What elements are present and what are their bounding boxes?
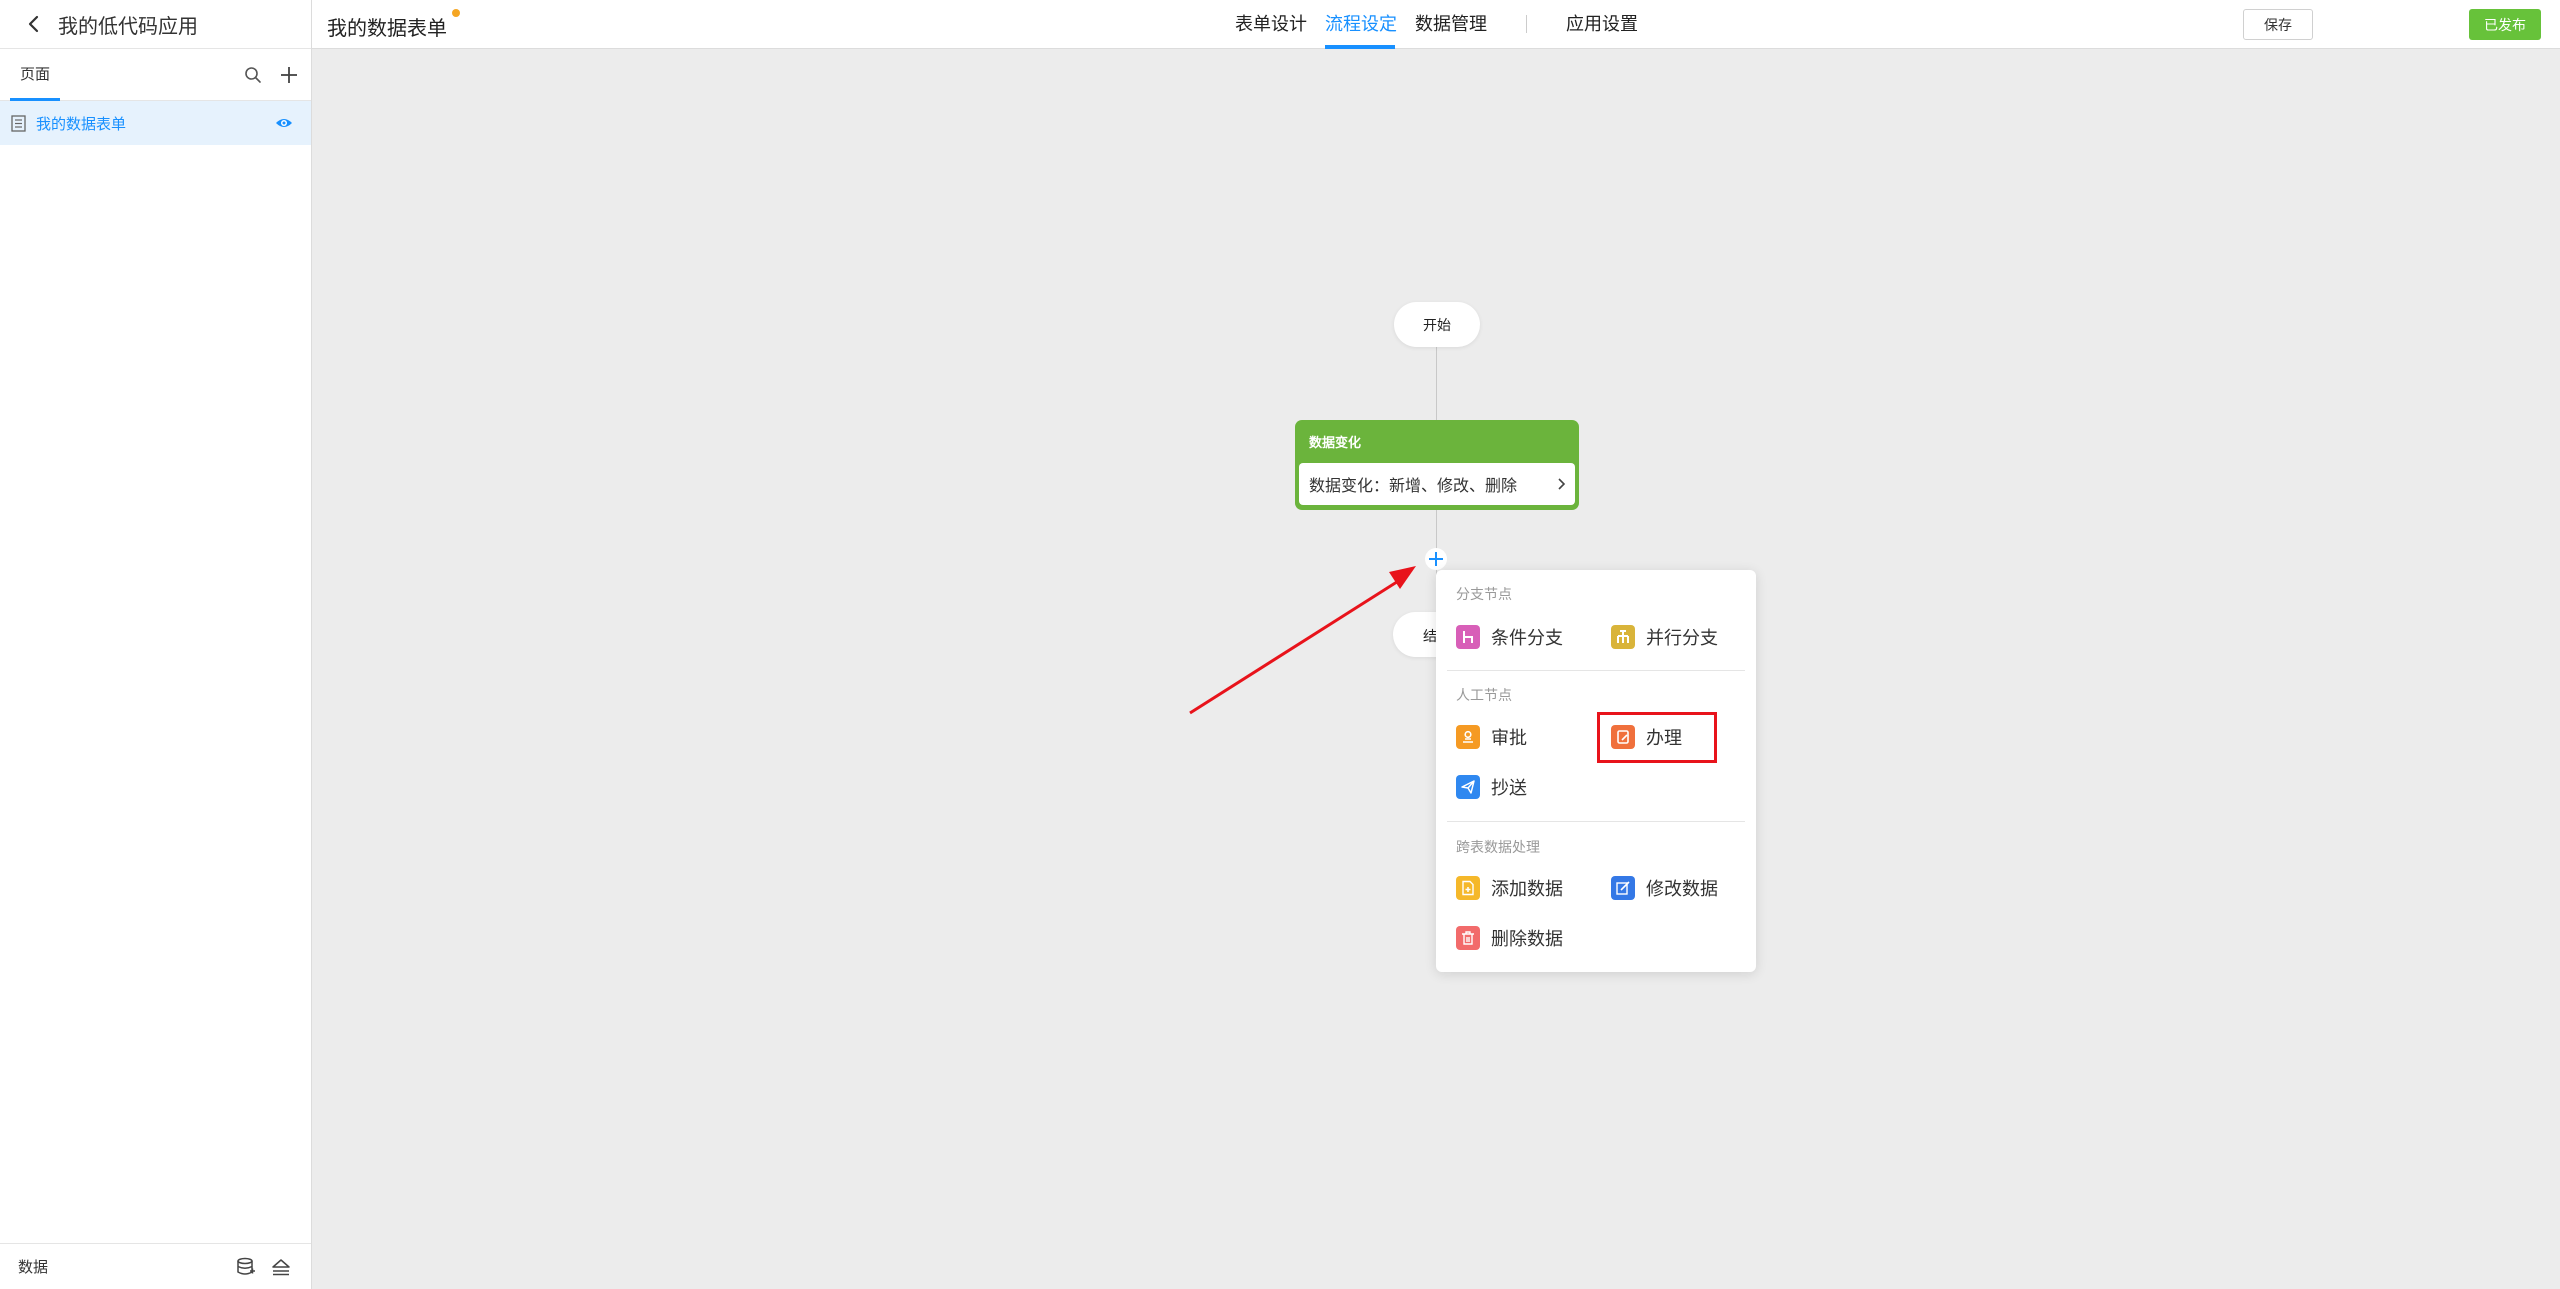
sidebar: 我的低代码应用 页面 我的数据表单 数据	[0, 0, 312, 1289]
section-title-branch: 分支节点	[1456, 586, 1512, 602]
tab-pages[interactable]: 页面	[10, 49, 60, 101]
end-node-label: 结	[1423, 628, 1437, 644]
section-divider	[1447, 821, 1745, 822]
annotation-arrow-icon	[1189, 566, 1416, 715]
sidebar-tabs: 页面	[0, 49, 311, 101]
menu-item-approve[interactable]: 审批	[1456, 724, 1527, 750]
cc-send-icon	[1456, 775, 1480, 799]
tab-flow-settings[interactable]: 流程设定	[1325, 10, 1397, 36]
section-divider	[1447, 670, 1745, 671]
menu-item-condition-branch[interactable]: 条件分支	[1456, 624, 1563, 650]
back-arrow-icon[interactable]	[24, 14, 44, 34]
parallel-branch-icon	[1611, 625, 1635, 649]
form-page-icon	[11, 114, 26, 132]
menu-item-label: 修改数据	[1646, 879, 1718, 899]
publish-button[interactable]: 已发布	[2469, 9, 2541, 40]
menu-item-label: 审批	[1491, 728, 1527, 748]
form-title: 我的数据表单	[327, 18, 447, 40]
menu-item-label: 条件分支	[1491, 628, 1563, 648]
data-section-label: 数据	[18, 1259, 49, 1276]
handle-icon	[1611, 725, 1635, 749]
menu-item-label: 添加数据	[1491, 879, 1563, 899]
sidebar-header: 我的低代码应用	[0, 0, 311, 49]
menu-item-label: 抄送	[1491, 778, 1527, 798]
add-page-icon[interactable]	[278, 64, 300, 86]
tab-data-management[interactable]: 数据管理	[1415, 10, 1487, 36]
menu-item-label: 删除数据	[1491, 929, 1563, 949]
trigger-node-title: 数据变化	[1309, 435, 1362, 450]
collapse-icon[interactable]	[270, 1256, 292, 1278]
menu-item-label: 办理	[1646, 728, 1682, 748]
tab-form-design[interactable]: 表单设计	[1235, 10, 1307, 36]
edit-data-icon	[1611, 876, 1635, 900]
save-button[interactable]: 保存	[2243, 9, 2313, 40]
menu-item-cc-send[interactable]: 抄送	[1456, 774, 1527, 800]
unsaved-indicator	[452, 9, 460, 17]
section-title-manual: 人工节点	[1456, 687, 1512, 703]
menu-item-edit-data[interactable]: 修改数据	[1611, 875, 1718, 901]
section-title-cross-table: 跨表数据处理	[1456, 839, 1540, 855]
search-icon[interactable]	[244, 66, 262, 84]
app-title: 我的低代码应用	[58, 15, 198, 38]
menu-item-handle[interactable]: 办理	[1611, 724, 1682, 750]
flow-connector	[1436, 347, 1437, 420]
tab-app-settings[interactable]: 应用设置	[1566, 10, 1638, 36]
trigger-node-description: 数据变化：新增、修改、删除	[1309, 478, 1518, 495]
menu-item-parallel-branch[interactable]: 并行分支	[1611, 624, 1718, 650]
add-node-menu: 分支节点 条件分支 并行分支 人工节点 审批 办理 抄送 跨表数据处理 添加数据…	[1436, 570, 1756, 972]
tab-divider	[1526, 15, 1527, 33]
start-node[interactable]: 开始	[1394, 302, 1480, 347]
database-icon[interactable]	[235, 1256, 257, 1278]
trigger-node[interactable]: 数据变化 数据变化：新增、修改、删除	[1295, 420, 1579, 510]
trigger-node-body[interactable]: 数据变化：新增、修改、删除	[1299, 463, 1575, 505]
add-data-icon	[1456, 876, 1480, 900]
approve-icon	[1456, 725, 1480, 749]
add-node-icon[interactable]	[1425, 548, 1447, 570]
eye-icon[interactable]	[275, 115, 293, 131]
chevron-right-icon	[1558, 478, 1566, 490]
menu-item-label: 并行分支	[1646, 628, 1718, 648]
top-bar: 我的数据表单 表单设计 流程设定 数据管理 应用设置 保存 已发布	[312, 0, 2560, 49]
condition-branch-icon	[1456, 625, 1480, 649]
sidebar-footer: 数据	[0, 1243, 311, 1289]
menu-item-add-data[interactable]: 添加数据	[1456, 875, 1563, 901]
active-tab-underline	[1325, 45, 1395, 49]
page-list-item[interactable]: 我的数据表单	[0, 101, 311, 145]
menu-item-delete-data[interactable]: 删除数据	[1456, 925, 1563, 951]
page-item-label: 我的数据表单	[36, 115, 127, 133]
delete-data-icon	[1456, 926, 1480, 950]
